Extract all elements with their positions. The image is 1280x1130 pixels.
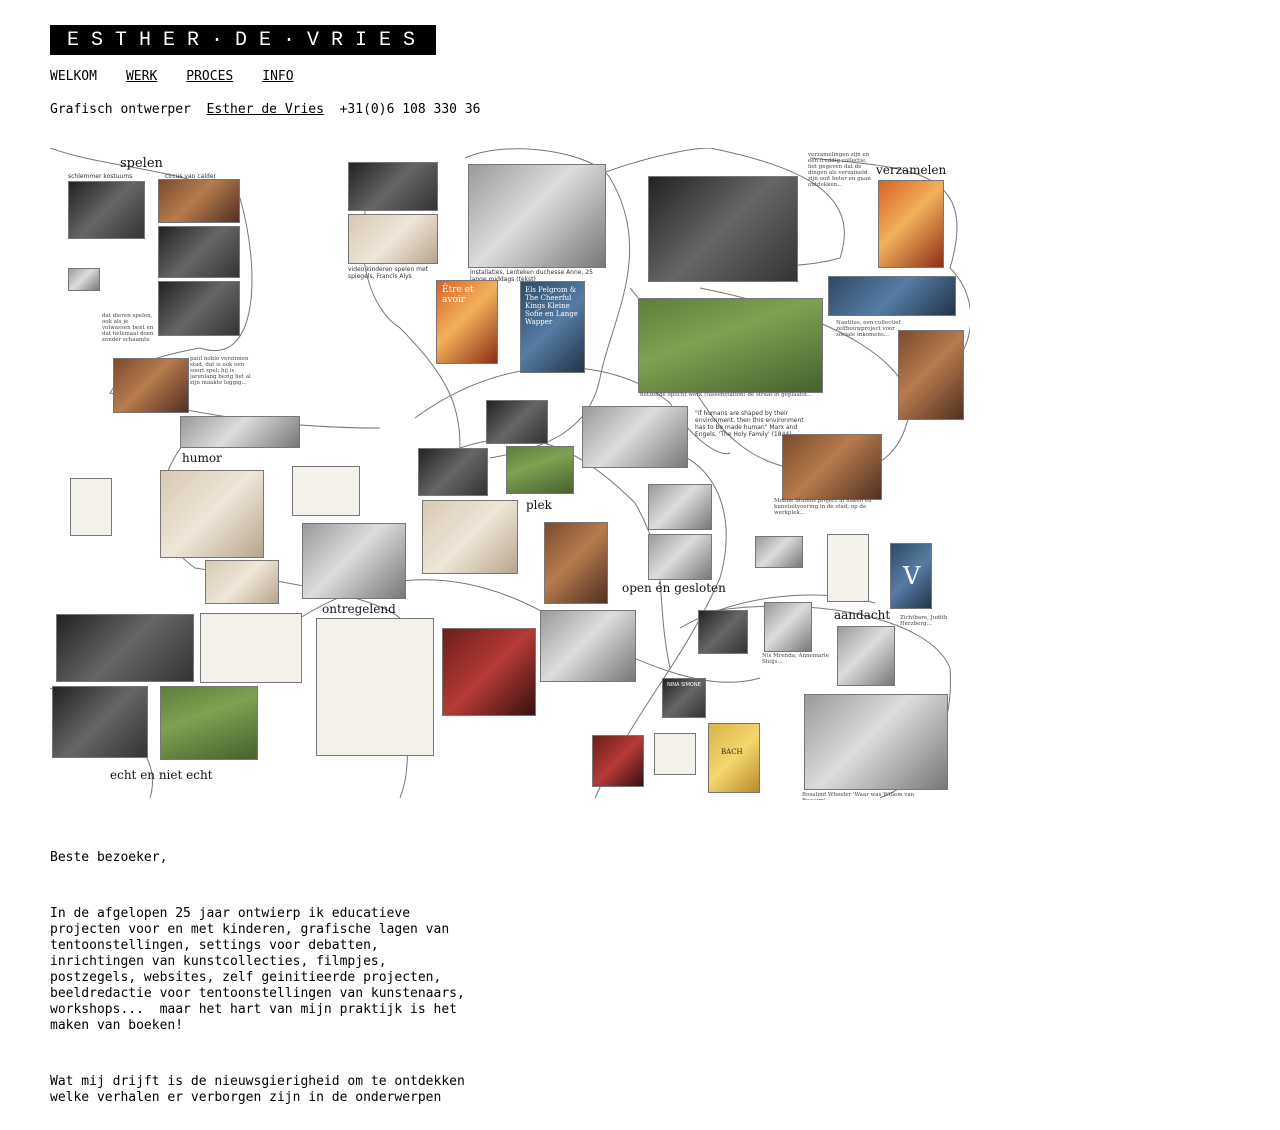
photo-building-people	[898, 330, 964, 420]
text-park-note: hetzelfde oplicht werk (tussenstation) d…	[640, 392, 813, 398]
photo-woman-reading	[837, 626, 895, 686]
photo-open-closed-bottom	[648, 534, 712, 580]
letter-paragraph-1: In de afgelopen 25 jaar ontwierp ik educ…	[50, 906, 465, 1033]
label-humor: humor	[182, 451, 222, 465]
photo-gallery-space	[540, 610, 636, 682]
photo-red-room	[544, 522, 608, 604]
poster-els-title: Els Pelgrom & The Cheerful Kings Kleine …	[525, 286, 578, 326]
photo-suitcase-collection	[302, 523, 406, 599]
photo-paper-house	[160, 470, 264, 558]
welcome-letter: Beste bezoeker, In de afgelopen 25 jaar …	[50, 818, 520, 1130]
photo-park-playground	[638, 298, 823, 393]
album-nina-title: NINA SIMONE	[667, 682, 701, 688]
photo-street-scene	[782, 434, 882, 500]
photo-giotto-fresco	[442, 628, 536, 716]
photo-centre-pompidou	[582, 406, 688, 468]
profession-text: Grafisch ontwerper	[50, 102, 191, 117]
photo-fresco	[160, 686, 258, 760]
photo-sketch	[70, 478, 112, 536]
text-street-note: Mobile Studios project in haken en kunst…	[774, 498, 872, 516]
book-v-title: V	[903, 562, 921, 590]
poster-etre-title: Être et avoir	[442, 285, 474, 305]
photo-installation-grid	[468, 164, 606, 268]
photo-museum-cabinet	[316, 618, 434, 756]
label-spelen: spelen	[120, 156, 163, 171]
text-verzamelen-note: verzamelingen zijn en een freddig collec…	[808, 152, 871, 188]
album-white-cover	[654, 733, 696, 775]
label-verzamelen: verzamelen	[876, 163, 947, 177]
photo-plek-window	[486, 400, 548, 444]
tagline: Grafisch ontwerper Esther de Vries +31(0…	[50, 102, 481, 117]
album-nina-simone[interactable]: NINA SIMONE	[662, 678, 706, 718]
book-bach[interactable]: BACH	[708, 723, 760, 793]
site-logo[interactable]: ESTHER·DE·VRIES	[50, 25, 436, 55]
letter-greeting: Beste bezoeker,	[50, 850, 168, 865]
caption-video: video kinderen spelen met spiegels, Fran…	[348, 266, 429, 280]
photo-humor-object	[180, 416, 300, 448]
text-paul-note: paul noble verzinnen stad, dat is ook ee…	[190, 356, 251, 386]
main-nav: WELKOM WERK PROCES INFO	[50, 69, 294, 84]
photo-bearded-man	[52, 686, 148, 758]
book-bach-title: BACH	[721, 748, 743, 756]
photo-calder-circus-bottom	[158, 281, 240, 336]
name-link[interactable]: Esther de Vries	[207, 102, 324, 117]
photo-flags	[828, 276, 956, 316]
photo-cabinet-objects	[205, 560, 279, 604]
photo-portrait-woman	[764, 602, 812, 652]
photo-calder-circus-top	[158, 179, 240, 223]
photo-open-album	[804, 694, 948, 790]
photo-portrait-man	[113, 358, 189, 413]
letter-paragraph-2: Wat mij drijft is de nieuwsgierigheid om…	[50, 1074, 465, 1105]
poster-etre-et-avoir[interactable]: Être et avoir	[436, 280, 498, 364]
album-red-cover	[592, 735, 644, 787]
label-echt-en-niet-echt: echt en niet echt	[110, 768, 213, 782]
text-spelen-note: dat dieren spelen, ook als je volwassen …	[102, 313, 154, 341]
text-flags-note: Nautilus, een collectief zelfbouwproject…	[836, 320, 901, 338]
photo-costume-performance	[56, 614, 194, 682]
label-ontregelend: ontregelend	[322, 602, 396, 616]
caption-schlemmer: schlemmer kostuums	[68, 173, 133, 180]
photo-calder-circus-mid	[158, 226, 240, 278]
book-v[interactable]: V	[890, 543, 932, 609]
photo-plek-tents	[506, 446, 574, 494]
photo-portrait-man-2	[698, 610, 748, 654]
photo-open-closed-top	[648, 484, 712, 530]
photo-desert-camp	[422, 500, 518, 574]
poster-els-pelgrom[interactable]: Els Pelgrom & The Cheerful Kings Kleine …	[520, 281, 585, 373]
text-aandacht-note: Zichtbare, Judith Herzberg...	[900, 615, 948, 627]
label-aandacht: aandacht	[834, 608, 891, 622]
nav-proces[interactable]: PROCES	[186, 69, 233, 84]
photo-open-book	[200, 613, 302, 683]
nav-info[interactable]: INFO	[262, 69, 293, 84]
photo-notebook	[827, 534, 869, 602]
nav-werk[interactable]: WERK	[126, 69, 157, 84]
photo-video-room-bottom	[348, 214, 438, 264]
nav-welkom[interactable]: WELKOM	[50, 69, 97, 84]
photo-small-plan	[755, 536, 803, 568]
photo-museum-interior	[648, 176, 798, 282]
text-portrait-note: Nis Mrenda, Annemarie Sluijs...	[762, 653, 829, 665]
mindmap-collage: spelen schlemmer kostuums circus van cal…	[50, 148, 970, 803]
photo-plek-facade	[418, 448, 488, 496]
photo-video-room-top	[348, 162, 438, 211]
photo-redacted-document	[292, 466, 360, 516]
text-album-note: Rosalind Wheeler 'Waar was Willem van Ro…	[802, 792, 915, 800]
label-open-en-gesloten: open én gesloten	[622, 581, 726, 595]
photo-tapestry	[878, 180, 944, 268]
label-plek: plek	[526, 498, 552, 512]
photo-schlemmer-costumes	[68, 181, 145, 239]
photo-small-grey	[68, 268, 100, 291]
phone-number: +31(0)6 108 330 36	[339, 102, 481, 117]
